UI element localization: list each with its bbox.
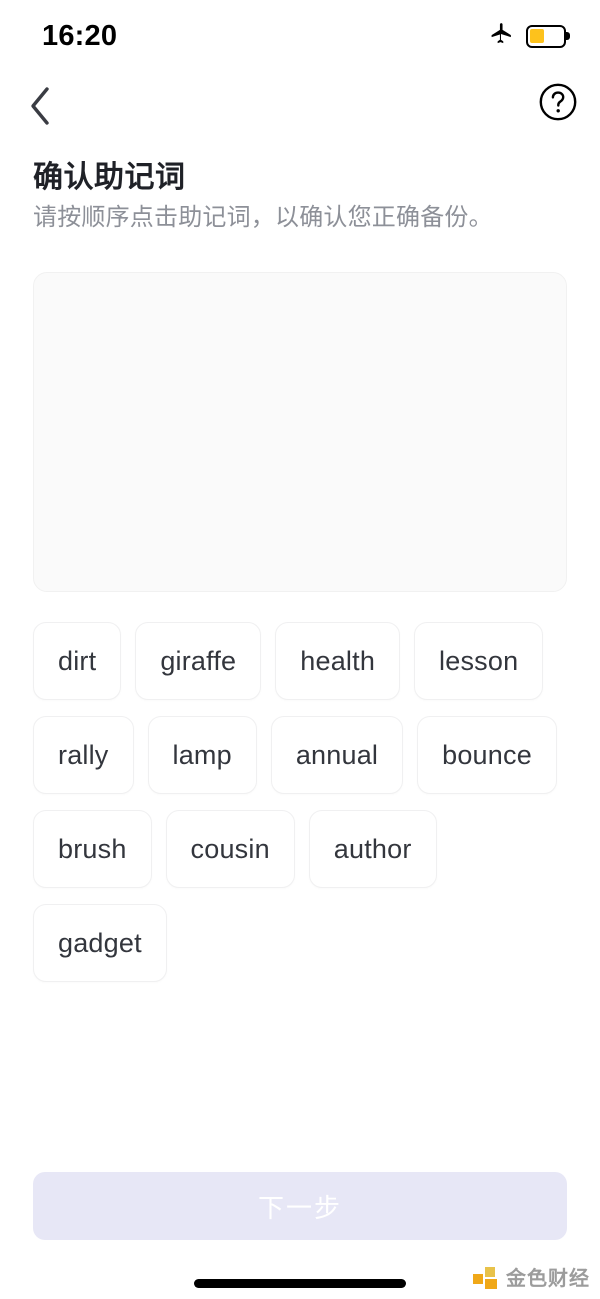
- home-indicator: [194, 1279, 406, 1288]
- word-chip[interactable]: bounce: [417, 716, 557, 794]
- watermark-label: 金色财经: [506, 1268, 590, 1290]
- status-bar-time: 16:20: [42, 19, 118, 52]
- navigation-bar: [0, 76, 600, 138]
- next-button[interactable]: 下一步: [33, 1172, 567, 1240]
- page-subtitle: 请按顺序点击助记词，以确认您正确备份。: [33, 204, 493, 231]
- word-chip[interactable]: cousin: [165, 810, 295, 888]
- word-chip[interactable]: lesson: [414, 622, 544, 700]
- watermark: 金色财经: [473, 1267, 590, 1291]
- word-chip[interactable]: dirt: [33, 622, 122, 700]
- chevron-left-icon: [27, 85, 53, 132]
- status-bar: 16:20: [0, 0, 600, 72]
- page-title: 确认助记词: [33, 161, 186, 194]
- help-button[interactable]: [534, 80, 582, 128]
- battery-low-power-icon: [526, 24, 570, 48]
- back-button[interactable]: [14, 82, 66, 134]
- word-chip[interactable]: lamp: [147, 716, 257, 794]
- selected-words-area[interactable]: [33, 272, 567, 592]
- jinse-logo-icon: [473, 1267, 499, 1291]
- word-chip[interactable]: author: [308, 810, 437, 888]
- airplane-mode-icon: [489, 21, 514, 51]
- word-pool: dirt giraffe health lesson rally lamp annual bo…: [33, 622, 573, 982]
- word-chip[interactable]: brush: [33, 810, 152, 888]
- question-mark-circle-icon: [538, 82, 578, 127]
- word-chip[interactable]: gadget: [33, 904, 167, 982]
- word-chip[interactable]: rally: [33, 716, 134, 794]
- status-bar-indicators: [489, 21, 570, 51]
- word-chip[interactable]: giraffe: [135, 622, 262, 700]
- word-chip[interactable]: health: [275, 622, 401, 700]
- word-chip[interactable]: annual: [270, 716, 404, 794]
